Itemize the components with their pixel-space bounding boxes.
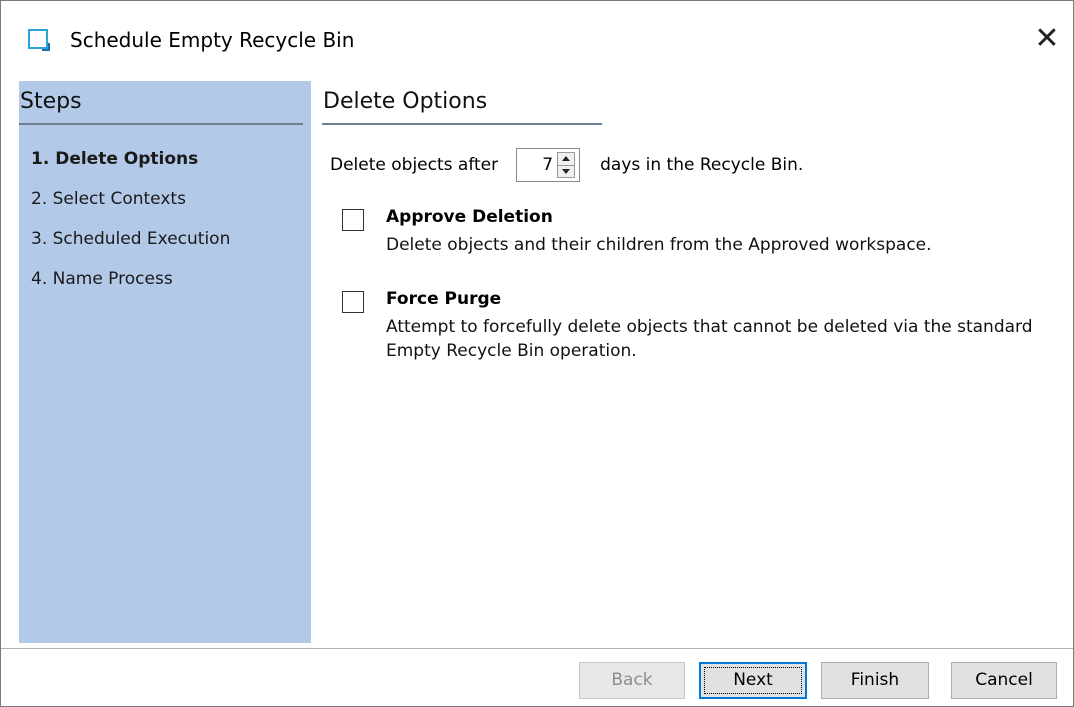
cancel-button[interactable]: Cancel: [951, 662, 1057, 699]
days-label-before: Delete objects after: [330, 155, 499, 175]
next-button[interactable]: Next: [699, 662, 807, 699]
steps-header: Steps: [20, 89, 82, 114]
step-item-name-process: 4. Name Process: [31, 269, 173, 289]
force-purge-description: Attempt to forcefully delete objects tha…: [386, 317, 1033, 361]
steps-panel: Steps 1. Delete Options 2. Select Contex…: [19, 81, 311, 643]
title-bar: Schedule Empty Recycle Bin ✕: [1, 1, 1073, 73]
close-icon[interactable]: ✕: [1029, 21, 1065, 57]
focus-ring: [704, 667, 802, 694]
window-icon: [28, 29, 50, 51]
spinner-buttons: [557, 152, 576, 178]
force-purge-title: Force Purge: [386, 289, 502, 309]
dialog-window: Schedule Empty Recycle Bin ✕ Steps 1. De…: [0, 0, 1074, 707]
back-button[interactable]: Back: [579, 662, 685, 699]
step-item-select-contexts: 2. Select Contexts: [31, 189, 186, 209]
days-value[interactable]: 7: [517, 155, 557, 175]
section-title: Delete Options: [323, 89, 488, 114]
footer-divider: [1, 648, 1073, 649]
approve-deletion-title: Approve Deletion: [386, 207, 553, 227]
force-purge-checkbox[interactable]: [342, 291, 364, 313]
dialog-content: Steps 1. Delete Options 2. Select Contex…: [19, 81, 1073, 643]
window-title: Schedule Empty Recycle Bin: [70, 28, 355, 52]
step-list: 1. Delete Options 2. Select Contexts 3. …: [31, 147, 230, 307]
days-spinner[interactable]: 7: [516, 148, 581, 182]
days-row: Delete objects after 7 days in the Recyc…: [330, 147, 803, 183]
finish-button[interactable]: Finish: [821, 662, 929, 699]
section-divider: [322, 123, 602, 125]
approve-deletion-description: Delete objects and their children from t…: [386, 235, 932, 255]
steps-divider: [19, 123, 303, 125]
step-item-delete-options: 1. Delete Options: [31, 149, 199, 169]
spin-up-icon[interactable]: [558, 153, 575, 166]
approve-deletion-checkbox[interactable]: [342, 209, 364, 231]
step-item-scheduled-execution: 3. Scheduled Execution: [31, 229, 231, 249]
main-panel: Delete Options Delete objects after 7 da…: [322, 81, 1073, 643]
days-label-after: days in the Recycle Bin.: [600, 155, 804, 175]
spin-down-icon[interactable]: [558, 165, 575, 177]
